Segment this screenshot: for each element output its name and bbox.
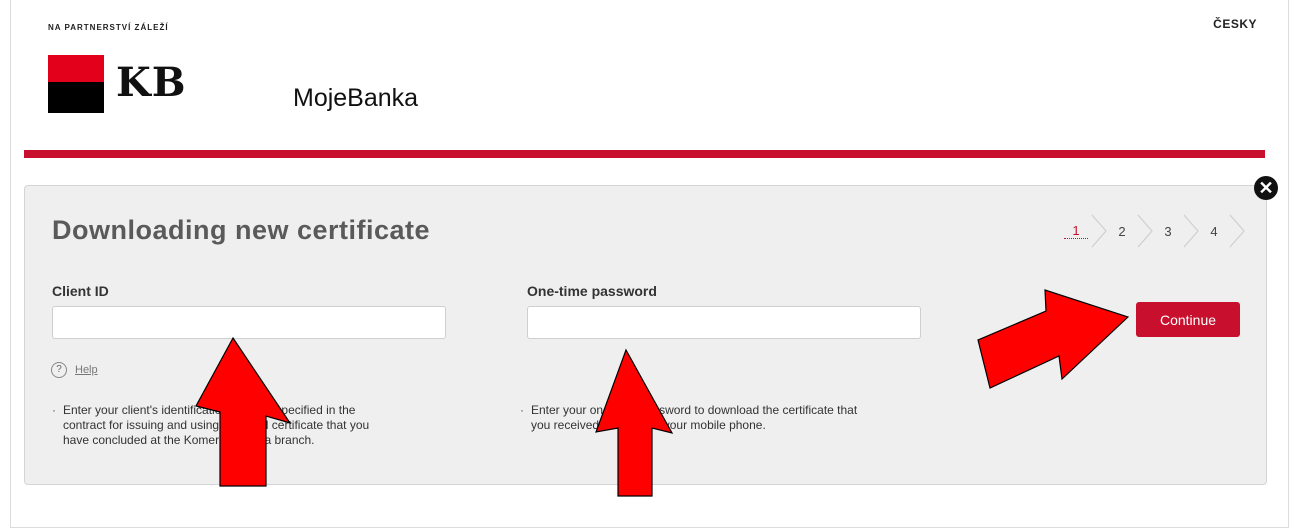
bank-tagline: NA PARTNERSTVÍ ZÁLEŽÍ: [48, 23, 169, 32]
step-3: 3: [1164, 223, 1172, 239]
otp-input[interactable]: [527, 306, 921, 339]
language-link[interactable]: ČESKY: [1213, 17, 1257, 31]
header-divider: [24, 150, 1265, 158]
client-id-hint-text: Enter your client's identification numbe…: [63, 403, 370, 447]
step-indicator: 1 2 3 4: [1064, 213, 1248, 249]
otp-hint: · Enter your one-time password to downlo…: [520, 403, 861, 433]
client-id-hint: · Enter your client's identification num…: [52, 403, 383, 448]
chevron-right-icon: [1137, 214, 1153, 248]
otp-label: One-time password: [527, 283, 657, 299]
app-name: MojeBanka: [293, 84, 419, 112]
step-2: 2: [1118, 223, 1126, 239]
close-icon[interactable]: ✕: [1254, 176, 1278, 200]
chevron-right-icon: [1183, 214, 1199, 248]
kb-logo[interactable]: KB: [48, 55, 208, 115]
step-4: 4: [1210, 223, 1218, 239]
help-link[interactable]: ? Help: [51, 362, 98, 378]
chevron-right-icon: [1229, 214, 1245, 248]
client-id-input[interactable]: [52, 306, 446, 339]
continue-button[interactable]: Continue: [1136, 302, 1240, 337]
dialog-title: Downloading new certificate: [52, 215, 431, 245]
bullet: ·: [52, 403, 56, 417]
step-1: 1: [1064, 223, 1088, 239]
help-icon: ?: [51, 362, 67, 378]
logo-text: KB: [116, 59, 187, 106]
client-id-label: Client ID: [52, 283, 109, 299]
help-link-label[interactable]: Help: [75, 364, 98, 376]
chevron-right-icon: [1091, 214, 1107, 248]
logo-mark-black: [48, 82, 104, 113]
otp-hint-text: Enter your one-time password to download…: [531, 403, 858, 432]
bullet: ·: [520, 403, 524, 417]
